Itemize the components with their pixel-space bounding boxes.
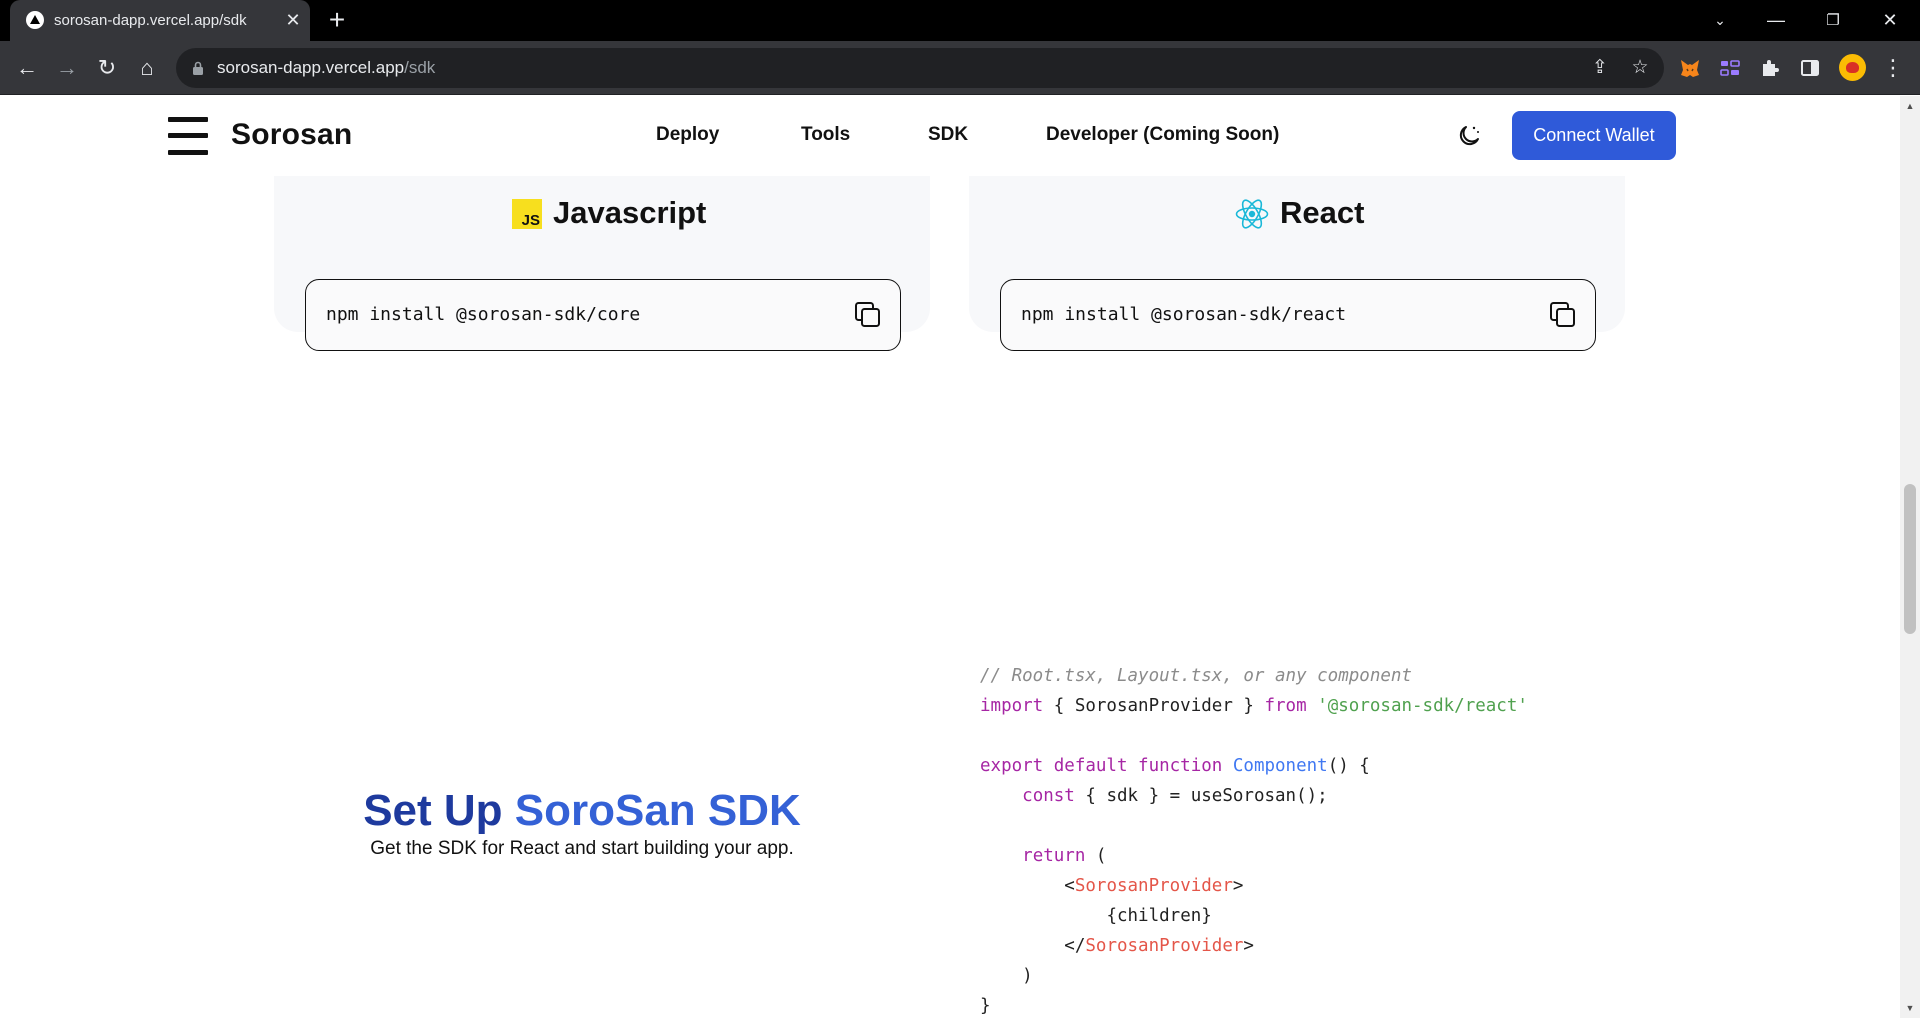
back-button[interactable]: ← [11, 52, 43, 84]
nav-link-developer[interactable]: Developer (Coming Soon) [1046, 124, 1279, 146]
code-line-close-paren: ) [1022, 966, 1033, 986]
setup-title-part2: SoroSan SDK [514, 786, 801, 835]
browser-tab[interactable]: sorosan-dapp.vercel.app/sdk ✕ [10, 0, 310, 41]
browser-tabstrip: sorosan-dapp.vercel.app/sdk ✕ + ⌄ — ❐ ✕ [0, 0, 1920, 41]
page-content: JS Javascript React npm install @sorosan… [0, 96, 1920, 1018]
new-tab-button[interactable]: + [322, 6, 352, 36]
url-host: sorosan-dapp.vercel.app [217, 58, 405, 77]
connect-wallet-button[interactable]: Connect Wallet [1512, 111, 1676, 160]
javascript-icon: JS [512, 199, 542, 229]
code-line-provider-open: <SorosanProvider> [1064, 876, 1244, 896]
lock-icon [193, 61, 203, 75]
home-button[interactable]: ⌂ [131, 52, 163, 84]
nav-link-tools[interactable]: Tools [801, 124, 850, 146]
tab-title: sorosan-dapp.vercel.app/sdk [54, 12, 247, 29]
code-line-children: {children} [1106, 906, 1212, 926]
extensions-puzzle-icon[interactable] [1758, 56, 1782, 80]
install-command-text: npm install @sorosan-sdk/react [1021, 304, 1347, 325]
install-command-box-javascript: npm install @sorosan-sdk/core [305, 279, 901, 351]
theme-toggle-moon-icon[interactable] [1455, 122, 1483, 150]
reload-button[interactable]: ↻ [91, 52, 123, 84]
code-example: // Root.tsx, Layout.tsx, or any componen… [980, 661, 1528, 1018]
scroll-up-arrow-icon[interactable]: ▲ [1904, 100, 1916, 112]
card-title-javascript: Javascript [553, 195, 707, 230]
page-scrollbar[interactable]: ▲ ▼ [1900, 96, 1920, 1018]
nav-link-deploy[interactable]: Deploy [656, 124, 719, 146]
tab-close-icon[interactable]: ✕ [282, 9, 304, 31]
scroll-down-arrow-icon[interactable]: ▼ [1904, 1002, 1916, 1014]
code-line-close-brace: } [980, 996, 991, 1016]
forward-button[interactable]: → [51, 52, 83, 84]
minimize-button[interactable]: — [1756, 0, 1796, 41]
react-icon [1235, 199, 1269, 229]
vercel-favicon-icon [26, 11, 44, 29]
code-line-import: import { SorosanProvider } from '@sorosa… [980, 696, 1528, 716]
restore-button[interactable]: ❐ [1813, 0, 1853, 41]
site-header: Sorosan Deploy Tools SDK Developer (Comi… [0, 96, 1900, 176]
share-icon[interactable]: ⇪ [1588, 56, 1612, 80]
install-command-text: npm install @sorosan-sdk/core [326, 304, 641, 325]
url-text: sorosan-dapp.vercel.app/sdk [217, 58, 435, 78]
setup-title-part1: Set Up [363, 786, 515, 835]
metamask-extension-icon[interactable] [1678, 56, 1702, 80]
code-line-export: export default function Component() { [980, 756, 1370, 776]
install-command-box-react: npm install @sorosan-sdk/react [1000, 279, 1596, 351]
tab-search-icon[interactable]: ⌄ [1700, 0, 1740, 41]
code-line-return: return ( [1022, 846, 1107, 866]
bookmark-star-icon[interactable]: ☆ [1628, 56, 1652, 80]
browser-menu-icon[interactable]: ⋮ [1877, 52, 1909, 84]
copy-icon[interactable] [1549, 301, 1577, 329]
brand-logo-text[interactable]: Sorosan [231, 118, 352, 152]
code-line-provider-close: </SorosanProvider> [1064, 936, 1254, 956]
code-comment: // Root.tsx, Layout.tsx, or any componen… [980, 666, 1412, 686]
extension-icon[interactable] [1718, 56, 1742, 80]
profile-avatar[interactable] [1839, 54, 1866, 81]
address-bar[interactable]: sorosan-dapp.vercel.app/sdk ⇪ ☆ [176, 48, 1664, 88]
copy-icon[interactable] [854, 301, 882, 329]
side-panel-icon[interactable] [1798, 56, 1822, 80]
nav-link-sdk[interactable]: SDK [928, 124, 968, 146]
url-path: /sdk [404, 58, 436, 77]
browser-toolbar: ← → ↻ ⌂ sorosan-dapp.vercel.app/sdk ⇪ ☆ … [0, 41, 1920, 95]
close-window-button[interactable]: ✕ [1870, 0, 1910, 41]
code-line-const: const { sdk } = useSorosan(); [1022, 786, 1328, 806]
card-title-react: React [1280, 195, 1365, 230]
scrollbar-thumb[interactable] [1904, 484, 1916, 634]
hamburger-menu-icon[interactable] [168, 117, 208, 155]
